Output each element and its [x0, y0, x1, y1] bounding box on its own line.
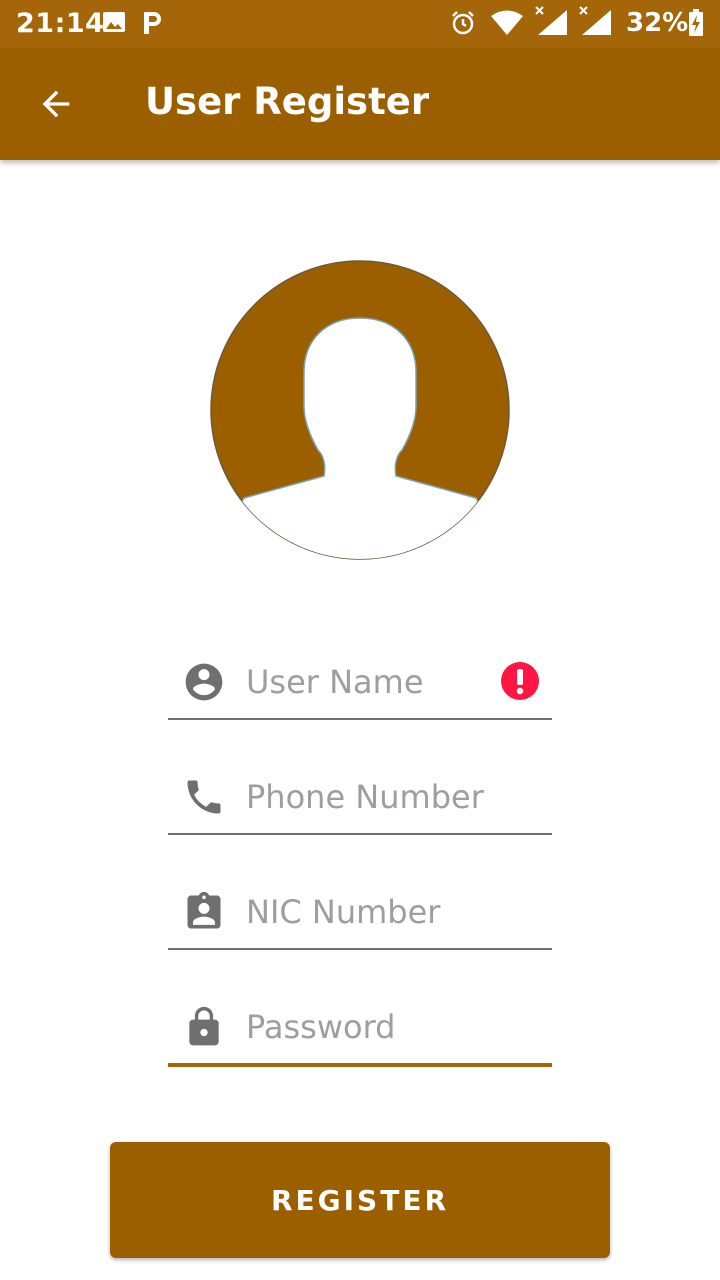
signal-icon	[578, 6, 612, 40]
phone-icon	[182, 775, 226, 819]
register-button[interactable]: REGISTER	[110, 1142, 610, 1258]
nic-field[interactable]	[168, 878, 552, 950]
arrow-back-icon	[42, 90, 70, 118]
error-icon	[500, 661, 540, 701]
phone-input[interactable]	[246, 773, 496, 821]
alarm-icon	[450, 10, 476, 40]
account-circle-icon	[182, 660, 226, 704]
back-button[interactable]	[26, 74, 86, 134]
p-app-icon	[140, 10, 164, 40]
signal-icon	[534, 6, 568, 40]
page-title: User Register	[145, 80, 430, 123]
status-time: 21:14	[16, 8, 105, 39]
phone-field[interactable]	[168, 763, 552, 835]
password-field[interactable]	[168, 993, 552, 1067]
status-bar: 21:14 32%	[0, 0, 720, 48]
app-bar: User Register	[0, 48, 720, 160]
lock-icon	[182, 1005, 226, 1049]
battery-charging-icon	[688, 9, 704, 41]
username-field[interactable]	[168, 648, 552, 720]
wifi-icon	[490, 10, 524, 40]
badge-icon	[182, 890, 226, 934]
person-avatar-icon	[210, 260, 510, 560]
battery-percent: 32%	[626, 8, 689, 38]
password-input[interactable]	[246, 1003, 496, 1051]
username-input[interactable]	[246, 658, 496, 706]
avatar[interactable]	[210, 260, 510, 560]
nic-input[interactable]	[246, 888, 496, 936]
image-icon	[102, 10, 126, 38]
